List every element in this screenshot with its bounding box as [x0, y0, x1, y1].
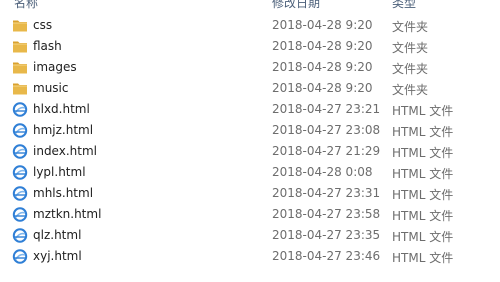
- html-file-icon: [12, 102, 28, 117]
- file-date-modified: 2018-04-28 9:20: [272, 18, 373, 32]
- column-header-date[interactable]: 修改日期: [272, 0, 320, 11]
- file-date-modified: 2018-04-28 0:08: [272, 165, 373, 179]
- file-row[interactable]: lypl.html 2018-04-28 0:08 HTML 文件: [0, 162, 500, 183]
- folder-icon: [12, 60, 28, 75]
- file-type: HTML 文件: [392, 251, 454, 265]
- file-row[interactable]: hlxd.html 2018-04-27 23:21 HTML 文件: [0, 99, 500, 120]
- file-name[interactable]: mhls.html: [33, 186, 93, 200]
- file-name[interactable]: music: [33, 81, 68, 95]
- file-type: HTML 文件: [392, 209, 454, 223]
- file-type: HTML 文件: [392, 188, 454, 202]
- file-name[interactable]: flash: [33, 39, 62, 53]
- file-name[interactable]: mztkn.html: [33, 207, 101, 221]
- folder-icon: [12, 18, 28, 33]
- file-type: HTML 文件: [392, 104, 454, 118]
- file-list: css 2018-04-28 9:20 文件夹 flash 2018-04-28 9:2…: [0, 15, 500, 267]
- html-file-icon: [12, 165, 28, 180]
- file-row[interactable]: music 2018-04-28 9:20 文件夹: [0, 78, 500, 99]
- file-row[interactable]: xyj.html 2018-04-27 23:46 HTML 文件: [0, 246, 500, 267]
- file-row[interactable]: mztkn.html 2018-04-27 23:58 HTML 文件: [0, 204, 500, 225]
- file-date-modified: 2018-04-27 23:35: [272, 228, 381, 242]
- file-type: 文件夹: [392, 20, 429, 34]
- file-type: HTML 文件: [392, 146, 454, 160]
- file-name[interactable]: images: [33, 60, 77, 74]
- file-row[interactable]: images 2018-04-28 9:20 文件夹: [0, 57, 500, 78]
- file-name[interactable]: hlxd.html: [33, 102, 90, 116]
- file-row[interactable]: flash 2018-04-28 9:20 文件夹: [0, 36, 500, 57]
- html-file-icon: [12, 144, 28, 159]
- file-explorer-window: 名称 修改日期 类型 css 2018-04-28 9:20 文件夹 flash 201…: [0, 0, 500, 282]
- folder-icon: [12, 81, 28, 96]
- file-date-modified: 2018-04-28 9:20: [272, 81, 373, 95]
- file-name[interactable]: lypl.html: [33, 165, 86, 179]
- file-type: 文件夹: [392, 62, 429, 76]
- column-header-type[interactable]: 类型: [392, 0, 416, 11]
- file-type: HTML 文件: [392, 167, 454, 181]
- file-date-modified: 2018-04-27 21:29: [272, 144, 381, 158]
- file-name[interactable]: index.html: [33, 144, 97, 158]
- file-type: HTML 文件: [392, 125, 454, 139]
- file-name[interactable]: xyj.html: [33, 249, 82, 263]
- html-file-icon: [12, 228, 28, 243]
- html-file-icon: [12, 207, 28, 222]
- file-type: HTML 文件: [392, 230, 454, 244]
- html-file-icon: [12, 123, 28, 138]
- html-file-icon: [12, 186, 28, 201]
- file-row[interactable]: mhls.html 2018-04-27 23:31 HTML 文件: [0, 183, 500, 204]
- file-row[interactable]: qlz.html 2018-04-27 23:35 HTML 文件: [0, 225, 500, 246]
- file-date-modified: 2018-04-28 9:20: [272, 39, 373, 53]
- file-date-modified: 2018-04-28 9:20: [272, 60, 373, 74]
- file-name[interactable]: qlz.html: [33, 228, 81, 242]
- file-date-modified: 2018-04-27 23:58: [272, 207, 381, 221]
- folder-icon: [12, 39, 28, 54]
- file-row[interactable]: css 2018-04-28 9:20 文件夹: [0, 15, 500, 36]
- column-header-row: 名称 修改日期 类型: [0, 0, 500, 11]
- html-file-icon: [12, 249, 28, 264]
- file-type: 文件夹: [392, 41, 429, 55]
- file-date-modified: 2018-04-27 23:21: [272, 102, 381, 116]
- file-row[interactable]: index.html 2018-04-27 21:29 HTML 文件: [0, 141, 500, 162]
- file-name[interactable]: css: [33, 18, 52, 32]
- file-type: 文件夹: [392, 83, 429, 97]
- file-name[interactable]: hmjz.html: [33, 123, 93, 137]
- file-date-modified: 2018-04-27 23:46: [272, 249, 381, 263]
- file-date-modified: 2018-04-27 23:08: [272, 123, 381, 137]
- file-row[interactable]: hmjz.html 2018-04-27 23:08 HTML 文件: [0, 120, 500, 141]
- column-header-name[interactable]: 名称: [14, 0, 38, 11]
- file-date-modified: 2018-04-27 23:31: [272, 186, 381, 200]
